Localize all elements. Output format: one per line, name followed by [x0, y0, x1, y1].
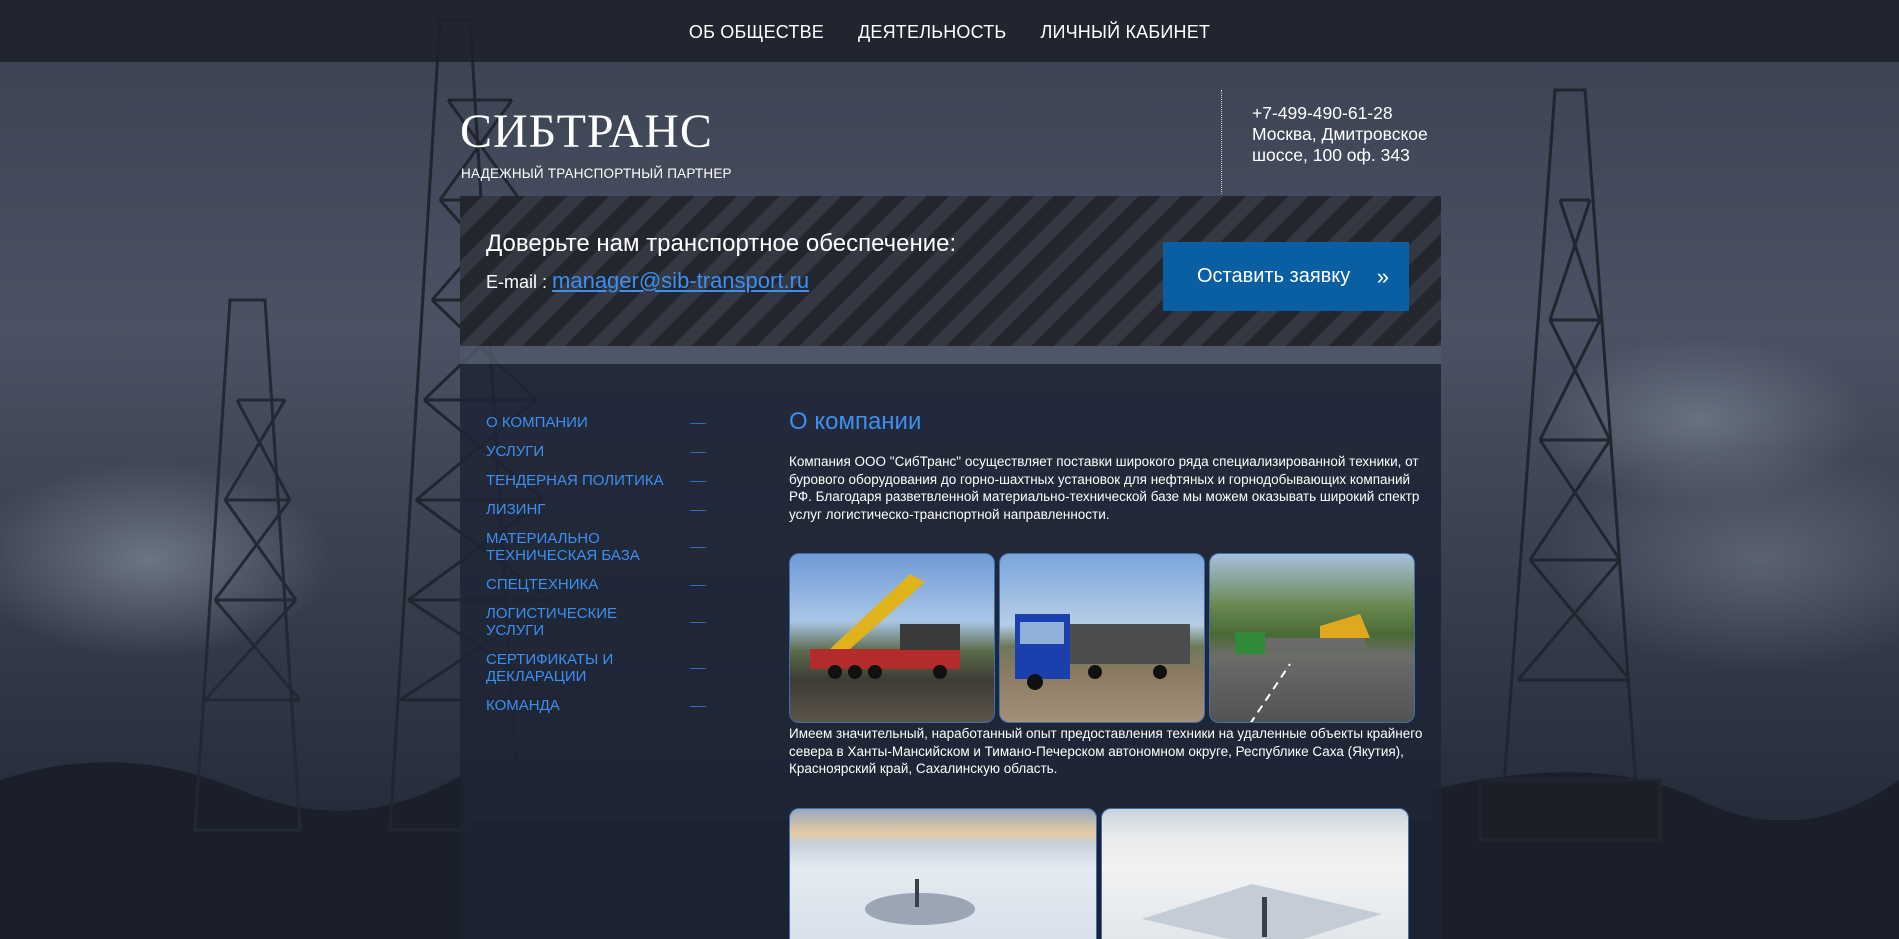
nav-personal-account[interactable]: ЛИЧНЫЙ КАБИНЕТ [1040, 20, 1210, 43]
sidebar-item[interactable]: СЕРТИФИКАТЫ И ДЕКЛАРАЦИИ [486, 651, 706, 685]
sidebar-dash-icon [690, 547, 706, 548]
sidebar-item[interactable]: О КОМПАНИИ [486, 414, 706, 431]
photo-blue-truck[interactable] [999, 553, 1205, 723]
sidebar-item-label: КОМАНДА [486, 697, 560, 714]
sidebar-dash-icon [690, 584, 706, 586]
sidebar-item[interactable]: ТЕНДЕРНАЯ ПОЛИТИКА [486, 472, 706, 489]
photo-arctic-site-1[interactable] [789, 807, 1097, 939]
sidebar-item-label: МАТЕРИАЛЬНО [486, 530, 600, 547]
banner-email: E-mail : manager@sib-transport.ru [486, 268, 809, 294]
sidebar-item-label: ТЕХНИЧЕСКАЯ БАЗА [486, 547, 640, 564]
main-content: О компании Компания ООО "СибТранс" осуще… [789, 408, 1429, 939]
sidebar-item[interactable]: КОМАНДА [486, 697, 706, 714]
experience-text: Имеем значительный, наработанный опыт пр… [789, 726, 1423, 776]
nav-about-society[interactable]: ОБ ОБЩЕСТВЕ [689, 20, 824, 43]
banner-headline: Доверьте нам транспортное обеспечение: [486, 230, 957, 257]
sidebar-dash-icon [690, 480, 706, 482]
nav-activity[interactable]: ДЕЯТЕЛЬНОСТЬ [858, 20, 1006, 43]
address-line-2: шоссе, 100 оф. 343 [1252, 145, 1410, 165]
photo-drilling-rig-on-trailer[interactable] [789, 553, 995, 723]
sidebar-item[interactable]: МАТЕРИАЛЬНО ТЕХНИЧЕСКАЯ БАЗА [486, 530, 706, 564]
sidebar-item[interactable]: УСЛУГИ [486, 443, 706, 460]
company-intro-text: Компания ООО "СибТранс" осуществляет пос… [789, 454, 1420, 522]
blue-truck-image [1015, 614, 1190, 690]
page-title: О компании [789, 408, 922, 435]
sidebar-item-label: ТЕНДЕРНАЯ ПОЛИТИКА [486, 472, 664, 489]
sidebar-item-label: СЕРТИФИКАТЫ И [486, 651, 614, 668]
header-divider [1221, 90, 1222, 194]
top-navigation: ОБ ОБЩЕСТВЕ ДЕЯТЕЛЬНОСТЬ ЛИЧНЫЙ КАБИНЕТ [0, 0, 1899, 62]
contact-info: +7-499-490-61-28 Москва, Дмитровское шос… [1252, 103, 1428, 166]
leave-request-label: Оставить заявку [1197, 265, 1351, 287]
photo-gallery-1 [789, 553, 1429, 723]
email-link[interactable]: manager@sib-transport.ru [552, 268, 809, 293]
sidebar-item[interactable]: СПЕЦТЕХНИКА [486, 576, 706, 593]
sidebar-dash-icon [690, 509, 706, 511]
photo-truck-on-road[interactable] [1209, 553, 1415, 723]
arctic-site-image [865, 878, 975, 925]
sidebar-dash-icon [690, 668, 706, 669]
double-chevron-right-icon: » [1376, 264, 1389, 289]
photo-arctic-site-2[interactable] [1101, 807, 1409, 939]
sidebar-item[interactable]: ЛИЗИНГ [486, 501, 706, 518]
brand-logo[interactable]: СИБТРАНС [460, 104, 713, 159]
banner-separator [460, 346, 1441, 364]
sidebar-dash-icon [690, 622, 706, 623]
email-label: E-mail : [486, 272, 553, 292]
address-line-1: Москва, Дмитровское [1252, 124, 1428, 144]
content-panel: О КОМПАНИИ УСЛУГИ ТЕНДЕРНАЯ ПОЛИТИКА ЛИЗИНГ… [460, 364, 1441, 939]
arctic-base-image [1142, 883, 1382, 939]
sidebar-item-label: ЛОГИСТИЧЕСКИЕ [486, 605, 618, 622]
sidebar-dash-icon [690, 422, 706, 424]
sidebar-item-label: УСЛУГИ [486, 443, 545, 460]
brand-tagline: НАДЕЖНЫЙ ТРАНСПОРТНЫЙ ПАРТНЕР [461, 166, 732, 181]
sidebar-dash-icon [690, 451, 706, 453]
photo-gallery-2 [789, 807, 1429, 939]
phone-number[interactable]: +7-499-490-61-28 [1252, 103, 1428, 124]
sidebar-item-label: О КОМПАНИИ [486, 414, 588, 431]
sidebar-dash-icon [690, 705, 706, 707]
contact-banner: Доверьте нам транспортное обеспечение: E… [460, 196, 1441, 346]
drilling-rig-truck-image [810, 574, 960, 679]
sidebar-item-label: ЛИЗИНГ [486, 501, 546, 518]
sidebar-item-label: ДЕКЛАРАЦИИ [486, 668, 587, 685]
sidebar-menu: О КОМПАНИИ УСЛУГИ ТЕНДЕРНАЯ ПОЛИТИКА ЛИЗИНГ… [486, 414, 706, 726]
sidebar-item-label: УСЛУГИ [486, 622, 545, 639]
truck-on-road-image [1235, 614, 1370, 722]
leave-request-button[interactable]: Оставить заявку » [1163, 242, 1409, 311]
sidebar-item[interactable]: ЛОГИСТИЧЕСКИЕ УСЛУГИ [486, 605, 706, 639]
sidebar-item-label: СПЕЦТЕХНИКА [486, 576, 599, 593]
